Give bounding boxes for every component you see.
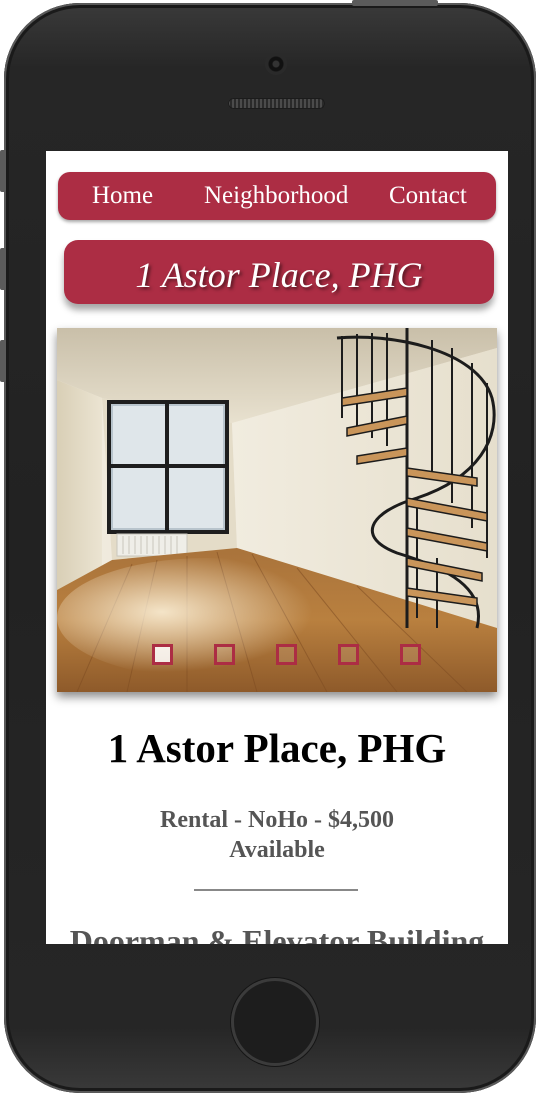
volume-down-button bbox=[0, 340, 6, 382]
listing-details: Rental - NoHo - $4,500 bbox=[160, 807, 394, 833]
photo-carousel[interactable] bbox=[57, 328, 497, 692]
earpiece-speaker bbox=[228, 98, 325, 109]
listing-title: 1 Astor Place, PHG bbox=[107, 725, 447, 771]
listing-status: Available bbox=[229, 837, 325, 863]
nav-contact-link[interactable]: Contact bbox=[389, 181, 467, 211]
top-nav-bar: Home Neighborhood Contact bbox=[58, 172, 496, 220]
power-button bbox=[352, 0, 438, 6]
carousel-dot-5[interactable] bbox=[400, 644, 421, 665]
phone-frame: Home Neighborhood Contact 1 Astor Place,… bbox=[4, 3, 536, 1093]
listing-summary: Rental - NoHo - $4,500 Available bbox=[46, 805, 508, 865]
carousel-dot-4[interactable] bbox=[338, 644, 359, 665]
title-banner: 1 Astor Place, PHG bbox=[64, 240, 494, 304]
carousel-dot-1[interactable] bbox=[152, 644, 173, 665]
apartment-photo bbox=[57, 328, 497, 692]
front-camera-icon bbox=[265, 53, 287, 75]
features-heading: Doorman & Elevator Building bbox=[69, 923, 485, 944]
section-divider bbox=[194, 889, 358, 891]
banner-title: 1 Astor Place, PHG bbox=[135, 255, 423, 295]
carousel-dot-2[interactable] bbox=[214, 644, 235, 665]
mute-switch bbox=[0, 150, 6, 192]
home-button[interactable] bbox=[231, 978, 319, 1066]
phone-screen: Home Neighborhood Contact 1 Astor Place,… bbox=[46, 151, 508, 944]
nav-home-link[interactable]: Home bbox=[92, 181, 153, 211]
volume-up-button bbox=[0, 248, 6, 290]
carousel-dot-3[interactable] bbox=[276, 644, 297, 665]
nav-neighborhood-link[interactable]: Neighborhood bbox=[204, 181, 348, 211]
